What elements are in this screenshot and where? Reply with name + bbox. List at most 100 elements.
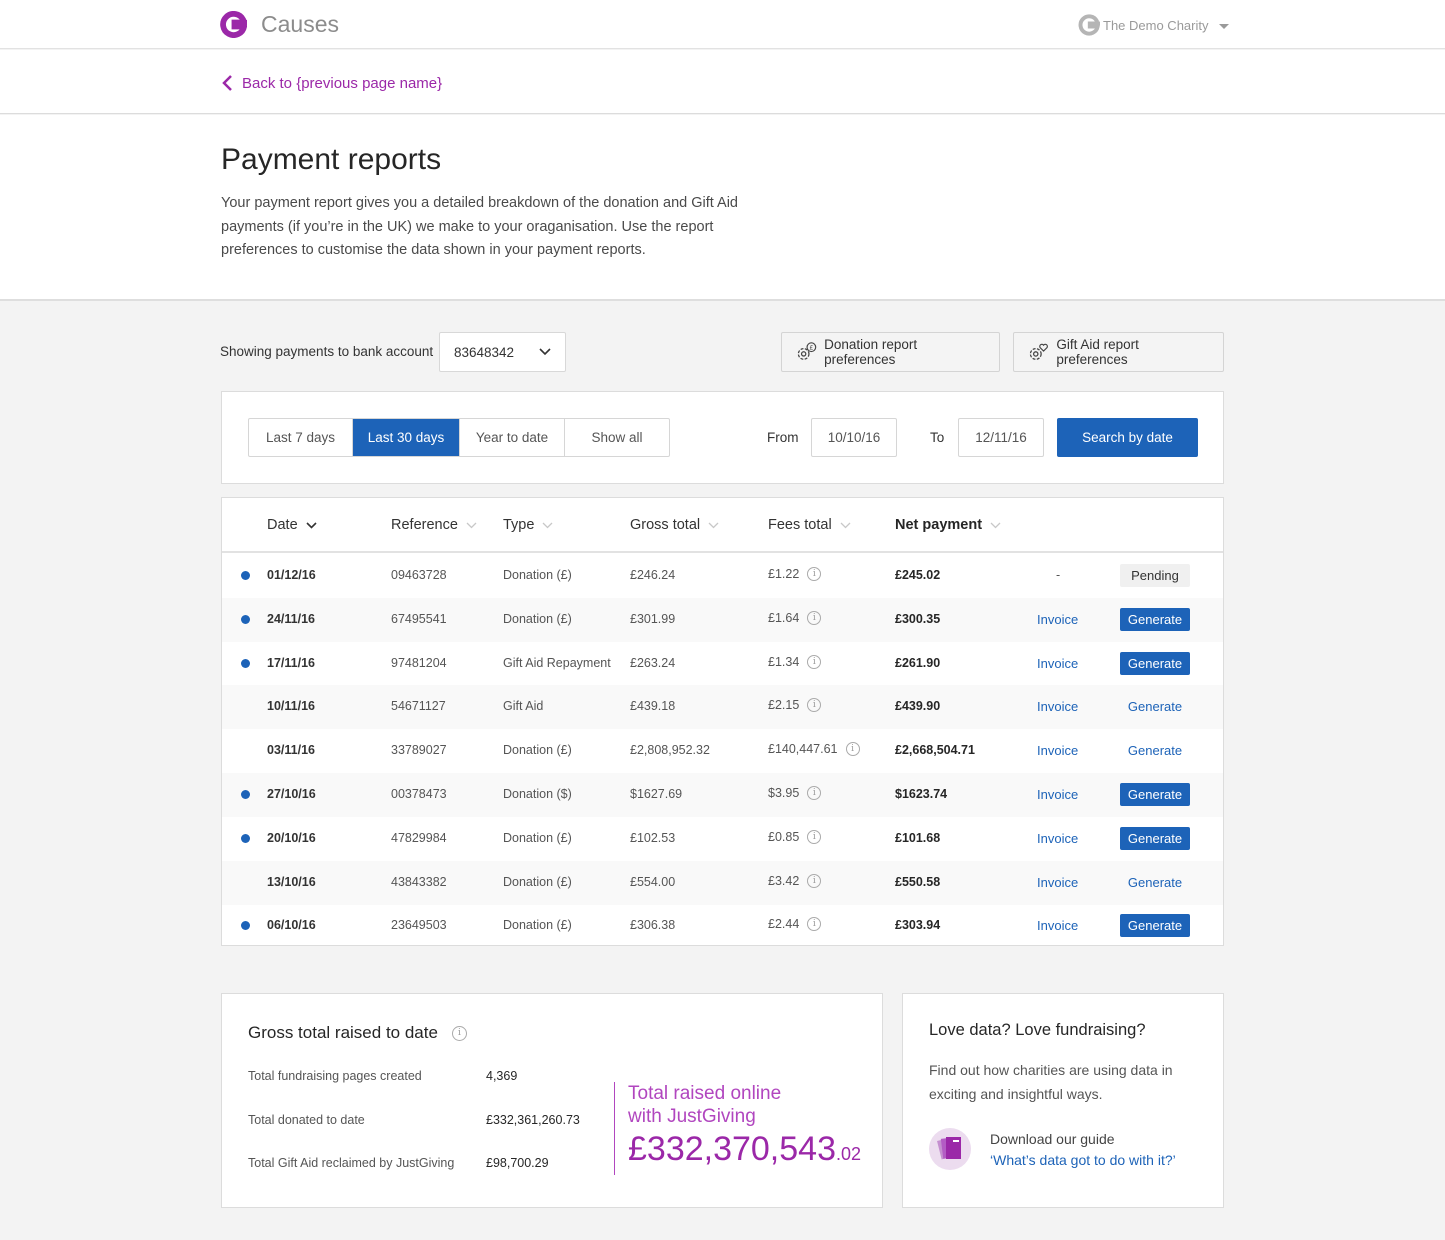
info-icon[interactable]: i — [845, 742, 860, 757]
sort-gross-total[interactable]: Gross total — [630, 517, 719, 533]
fees-value: £140,447.61 — [768, 742, 838, 757]
cell-type: Donation (£) — [503, 874, 572, 889]
invoice-link[interactable]: Invoice — [1037, 831, 1078, 846]
cell-net-payment: £245.02 — [895, 568, 941, 582]
guide-link[interactable]: ‘What’s data got to do with it?’ — [990, 1152, 1176, 1168]
sort-type[interactable]: Type — [503, 517, 553, 533]
cell-type: Donation (£) — [503, 918, 572, 933]
top-bar: Causes The Demo Charity — [0, 0, 1445, 49]
date-range-segmented-control: Last 7 days Last 30 days Year to date Sh… — [248, 418, 670, 457]
payments-table: Date Reference Type Gross total Fees tot… — [221, 497, 1224, 946]
generate-button[interactable]: Generate — [1120, 914, 1190, 938]
cell-reference: 54671127 — [391, 699, 446, 714]
cell-net-payment: £261.90 — [895, 655, 941, 670]
giftaid-report-preferences-button[interactable]: Gift Aid report preferences — [1013, 332, 1224, 372]
info-icon[interactable]: i — [451, 1025, 467, 1041]
generate-button[interactable]: Generate — [1120, 826, 1190, 850]
new-payment-dot-icon — [241, 614, 250, 624]
cell-date: 01/12/16 — [267, 568, 316, 582]
invoice-link[interactable]: Invoice — [1037, 656, 1078, 671]
chevron-down-icon — [539, 348, 551, 356]
range-last-7-days[interactable]: Last 7 days — [249, 419, 353, 456]
total-raised-pounds: £332,370,543 — [628, 1130, 836, 1168]
from-date-input[interactable] — [811, 418, 897, 457]
cell-reference: 97481204 — [391, 655, 447, 670]
fees-value: £3.42 — [768, 873, 800, 888]
cell-date: 20/10/16 — [267, 830, 316, 845]
back-link-label: Back to {previous page name} — [242, 74, 443, 92]
info-icon[interactable]: i — [807, 873, 822, 888]
bank-account-label: Showing payments to bank account — [220, 344, 434, 359]
table-row: 06/10/16 23649503 Donation (£) £306.38 £2.44… — [222, 904, 1223, 948]
cell-fees-total: £0.85 i — [768, 829, 822, 844]
to-date-input[interactable] — [958, 418, 1044, 457]
sort-reference[interactable]: Reference — [391, 517, 477, 533]
gross-total-card: Gross total raised to date i Total fundr… — [221, 993, 883, 1208]
table-row: 27/10/16 00378473 Donation ($) $1627.69 $3.9… — [222, 773, 1223, 817]
total-raised-online: Total raised online with JustGiving £332… — [614, 1082, 864, 1175]
info-icon[interactable]: i — [807, 610, 822, 625]
cell-fees-total: $3.95 i — [768, 786, 822, 800]
invoice-link[interactable]: Invoice — [1037, 699, 1078, 714]
info-icon[interactable]: i — [807, 829, 822, 844]
invoice-link[interactable]: Invoice — [1037, 612, 1078, 627]
cell-type: Donation (£) — [503, 743, 572, 758]
back-link[interactable]: Back to {previous page name} — [220, 74, 442, 92]
sort-chevron-icon — [306, 521, 317, 529]
donation-report-preferences-button[interactable]: £ Donation report preferences — [781, 332, 1000, 372]
invoice-link[interactable]: Invoice — [1037, 787, 1078, 802]
info-icon[interactable]: i — [807, 567, 822, 581]
cell-type: Donation (£) — [503, 830, 572, 845]
cell-fees-total: £1.34 i — [768, 654, 822, 669]
sort-date[interactable]: Date — [267, 517, 317, 533]
invoice-link[interactable]: Invoice — [1037, 875, 1078, 890]
header-fees-label: Fees total — [768, 517, 832, 533]
giftaid-prefs-label: Gift Aid report preferences — [1056, 337, 1139, 367]
cell-date: 24/11/16 — [267, 611, 315, 626]
info-icon[interactable]: i — [807, 786, 822, 800]
info-icon[interactable]: i — [807, 917, 822, 932]
info-icon[interactable]: i — [807, 698, 822, 713]
range-last-30-days[interactable]: Last 30 days — [353, 419, 460, 456]
gross-total-title: Gross total raised to date i — [248, 1023, 467, 1043]
bank-account-value: 83648342 — [454, 344, 515, 360]
justgiving-logo-icon[interactable] — [220, 11, 247, 38]
cell-reference: 43843382 — [391, 874, 447, 889]
table-header: Date Reference Type Gross total Fees tot… — [222, 498, 1223, 553]
table-row: 17/11/16 97481204 Gift Aid Repayment £263.2… — [222, 642, 1223, 686]
range-show-all[interactable]: Show all — [565, 419, 669, 456]
cell-type: Donation (£) — [503, 568, 572, 582]
invoice-link[interactable]: Invoice — [1037, 743, 1078, 758]
cell-gross-total: £246.24 — [630, 568, 676, 582]
cell-gross-total: £2,808,952.32 — [630, 743, 710, 758]
generate-button[interactable]: Generate — [1120, 651, 1190, 675]
account-menu[interactable]: The Demo Charity — [1078, 14, 1230, 36]
account-name: The Demo Charity — [1103, 17, 1209, 33]
search-by-date-button[interactable]: Search by date — [1057, 418, 1198, 457]
cell-net-payment: £439.90 — [895, 699, 941, 714]
invoice-link[interactable]: Invoice — [1037, 918, 1078, 933]
sort-chevron-icon — [708, 522, 719, 528]
gear-pound-icon: £ — [797, 342, 817, 360]
cell-net-payment: £303.94 — [895, 918, 941, 933]
cell-date: 13/10/16 — [267, 874, 316, 889]
cell-gross-total: £301.99 — [630, 611, 676, 626]
generate-button[interactable]: Generate — [1120, 739, 1190, 762]
date-filter-panel: Last 7 days Last 30 days Year to date Sh… — [221, 391, 1224, 484]
table-row: 10/11/16 54671127 Gift Aid £439.18 £2.15 i £43… — [222, 685, 1223, 730]
cell-gross-total: $1627.69 — [630, 787, 683, 801]
range-year-to-date[interactable]: Year to date — [460, 419, 565, 456]
bank-account-select[interactable]: 83648342 — [439, 332, 566, 372]
fees-value: £2.15 — [768, 698, 800, 713]
generate-button[interactable]: Generate — [1120, 783, 1190, 806]
sort-fees-total[interactable]: Fees total — [768, 517, 851, 533]
generate-button[interactable]: Generate — [1120, 695, 1190, 718]
generate-button[interactable]: Generate — [1120, 871, 1190, 894]
cell-net-payment: £2,668,504.71 — [895, 743, 975, 758]
sort-net-payment[interactable]: Net payment — [895, 517, 1001, 533]
header-type-label: Type — [503, 517, 535, 533]
cell-gross-total: £102.53 — [630, 830, 676, 845]
info-icon[interactable]: i — [807, 654, 822, 669]
generate-button[interactable]: Generate — [1120, 607, 1190, 631]
page-description: Your payment report gives you a detailed… — [221, 195, 738, 258]
